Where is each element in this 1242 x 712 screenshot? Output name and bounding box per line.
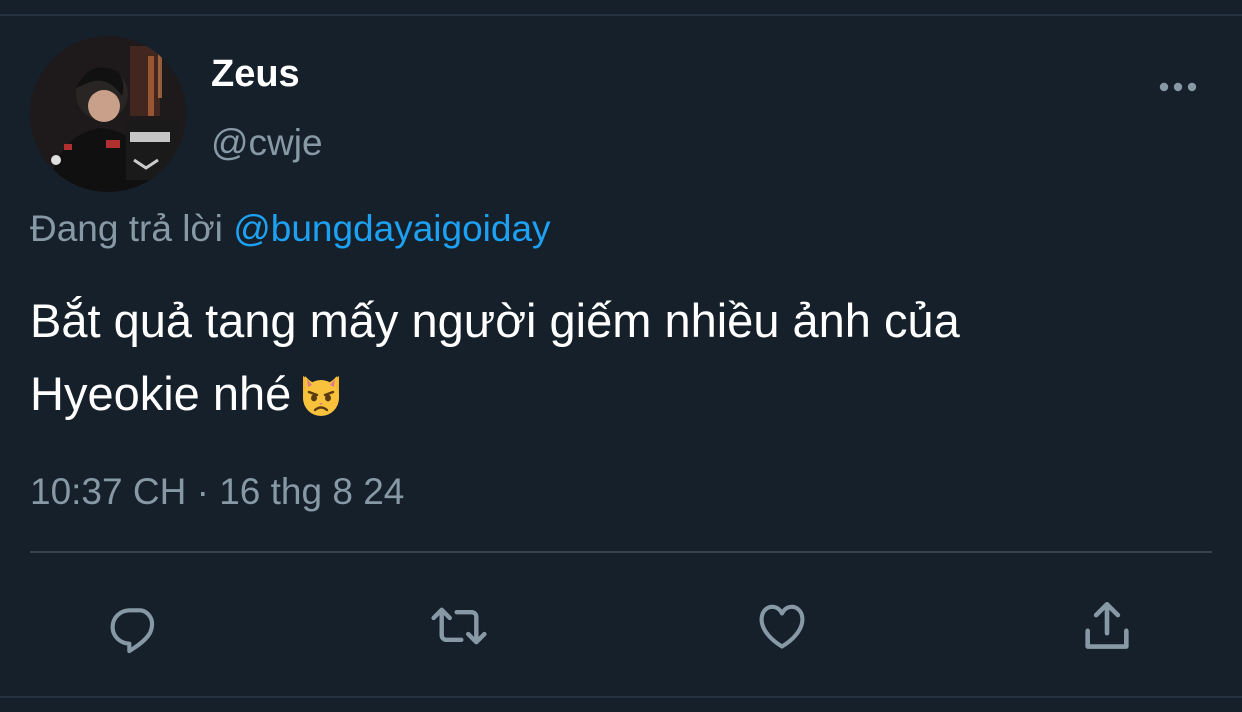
tweet-timestamp[interactable]: 10:37 CH · 16 thg 8 24 <box>30 470 404 514</box>
retweet-button[interactable] <box>429 596 489 656</box>
more-horizontal-icon <box>1159 82 1197 92</box>
reply-button[interactable] <box>105 596 165 656</box>
retweet-icon <box>431 607 487 645</box>
tweet-text-line: Hyeokie nhé <box>30 357 1220 438</box>
more-options-button[interactable] <box>1152 70 1206 104</box>
avatar[interactable] <box>30 36 186 192</box>
tweet-text: Bắt quả tang mấy người giếm nhiều ảnh củ… <box>30 284 1220 438</box>
tweet-text-segment: Hyeokie nhé <box>30 367 292 420</box>
replying-to: Đang trả lời @bungdayaigoiday <box>30 207 551 251</box>
user-handle[interactable]: @cwje <box>211 121 323 165</box>
like-button[interactable] <box>752 596 812 656</box>
tweet-detail-view: Zeus @cwje Đang trả lời @bungdayaigoiday… <box>0 0 1242 712</box>
reply-icon <box>110 608 155 654</box>
share-icon <box>1085 601 1129 649</box>
tweet-text-line: Bắt quả tang mấy người giếm nhiều ảnh củ… <box>30 294 960 347</box>
action-bar-divider <box>30 551 1212 553</box>
display-name[interactable]: Zeus <box>211 52 300 96</box>
reply-mention-link[interactable]: @bungdayaigoiday <box>233 208 550 249</box>
pouting-cat-emoji <box>297 365 345 438</box>
heart-icon <box>759 604 805 649</box>
reply-prefix: Đang trả lời <box>30 208 223 249</box>
top-divider <box>0 0 1242 16</box>
bottom-divider <box>0 696 1242 698</box>
share-button[interactable] <box>1077 596 1137 656</box>
